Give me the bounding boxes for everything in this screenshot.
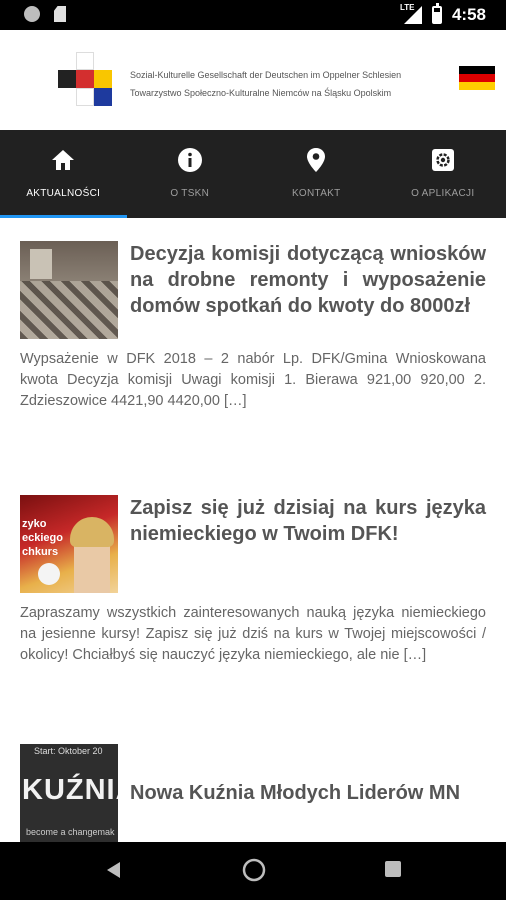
notification-circle-icon [24,6,40,22]
tab-aktualnosci[interactable]: AKTUALNOŚCI [0,130,127,218]
tskn-logo [58,52,112,106]
thumb-text-line: zyko [22,518,47,530]
thumb-text-line: Start: Oktober 20 [34,746,103,756]
germany-flag[interactable] [459,66,495,90]
sd-card-icon [54,6,66,22]
tab-kontakt[interactable]: KONTAKT [253,130,380,218]
article-title[interactable]: Zapisz się już dzisiaj na kurs języka ni… [130,495,486,547]
location-pin-icon [302,146,330,174]
news-article[interactable]: zyko eckiego chkurs Zapisz się już dzisi… [20,495,486,666]
tab-label: KONTAKT [291,188,341,199]
tab-label: O APLIKACJI [411,188,475,199]
settings-icon [429,146,457,174]
back-button[interactable] [104,860,122,885]
thumb-text-line: eckiego [22,532,63,544]
home-button[interactable] [242,858,266,887]
article-excerpt: Zapraszamy wszystkich zainteresowanych n… [20,605,486,663]
tab-o-tskn[interactable]: O TSKN [127,130,254,218]
tab-label: AKTUALNOŚCI [26,188,101,199]
clock: 4:58 [451,5,486,24]
article-title[interactable]: Nowa Kuźnia Młodych Liderów MN [130,780,486,806]
app-header: Sozial-Kulturelle Gesellschaft der Deuts… [0,30,506,130]
org-name-german: Sozial-Kulturelle Gesellschaft der Deuts… [130,70,402,80]
article-thumbnail[interactable]: zyko eckiego chkurs [20,495,118,593]
tab-bar: AKTUALNOŚCI O TSKN KONTAKT O APLIKACJI [0,130,506,218]
thumb-text-line: become a changemak [26,827,115,837]
org-name-polish: Towarzystwo Społeczno-Kulturalne Niemców… [130,88,392,98]
news-article[interactable]: Decyzja komisji dotyczącą wniosków na dr… [20,241,486,412]
status-bar: LTE 4:58 [0,0,506,30]
system-navigation-bar [0,842,506,900]
battery-icon [431,3,442,24]
recents-button[interactable] [384,860,402,883]
news-list: Decyzja komisji dotyczącą wniosków na dr… [0,218,506,842]
tab-label: O TSKN [170,188,210,199]
article-thumbnail[interactable]: Start: Oktober 20 KUŹNIA become a change… [20,744,118,842]
news-article[interactable]: Start: Oktober 20 KUŹNIA become a change… [20,744,486,842]
thumb-text-line: KUŹNIA [22,774,118,806]
article-thumbnail[interactable] [20,241,118,339]
article-title[interactable]: Decyzja komisji dotyczącą wniosków na dr… [130,241,486,319]
signal-icon: LTE [400,3,422,24]
tab-o-aplikacji[interactable]: O APLIKACJI [380,130,506,218]
home-icon [49,146,77,174]
thumb-text-line: chkurs [22,546,59,558]
article-excerpt: Wypsażenie w DFK 2018 – 2 nabór Lp. DFK/… [20,351,486,409]
info-icon [176,146,204,174]
